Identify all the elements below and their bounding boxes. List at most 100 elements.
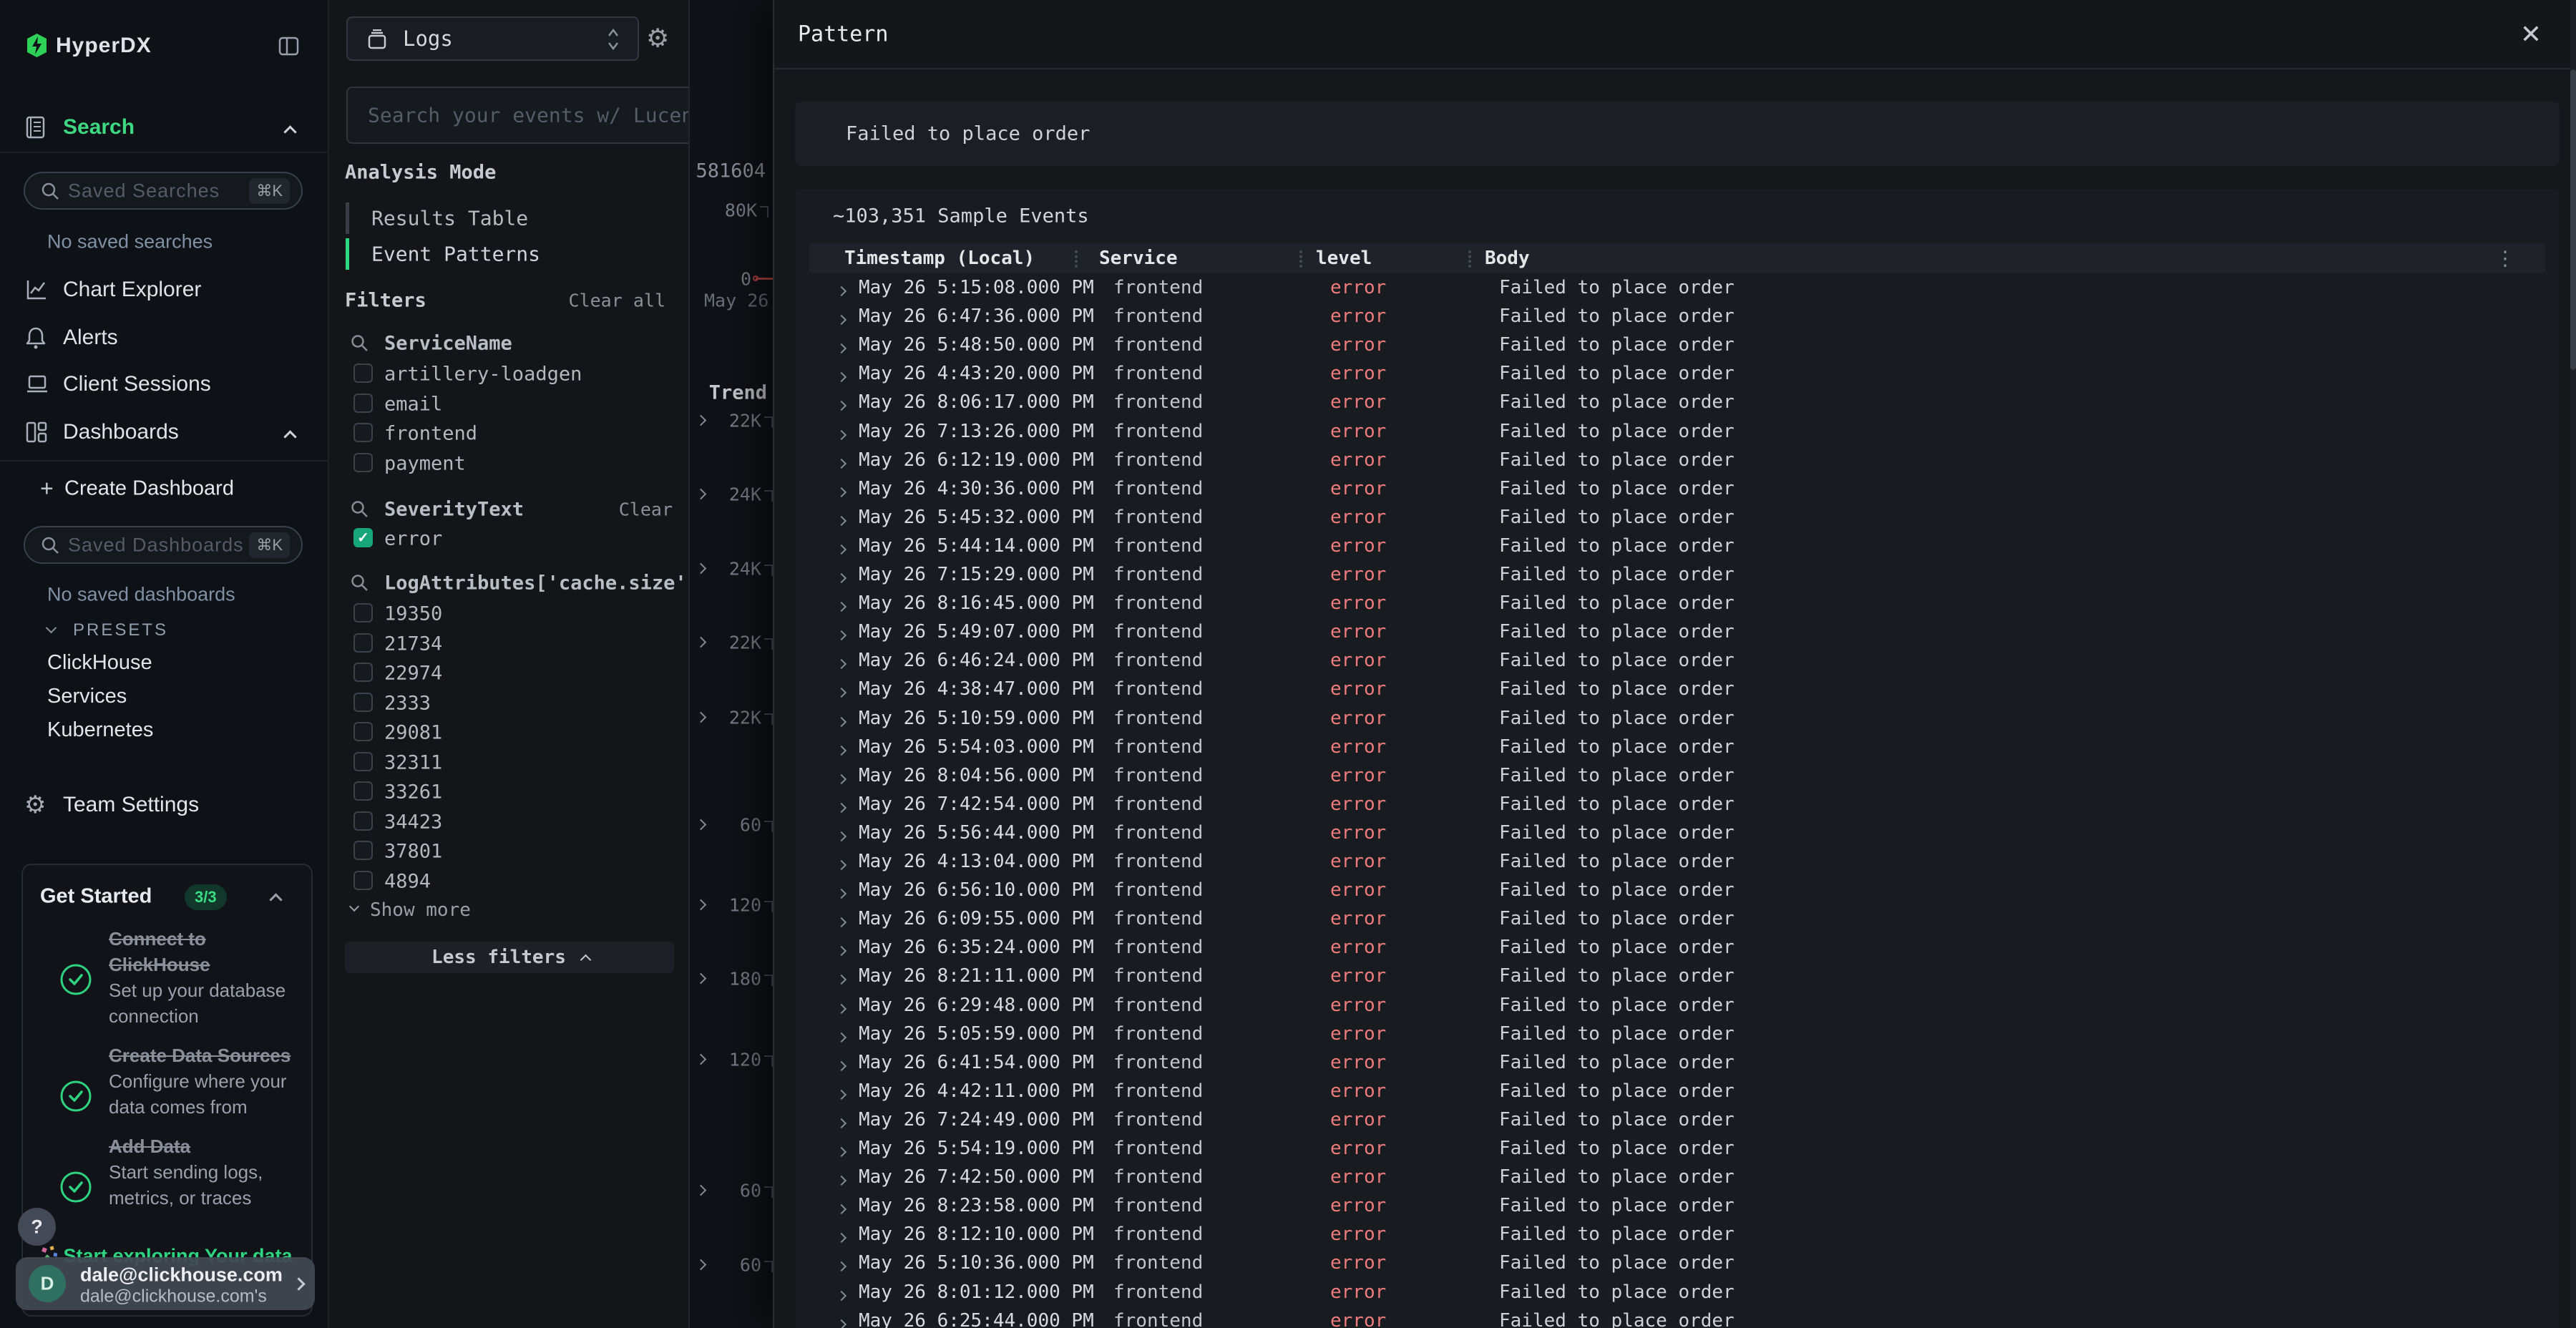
saved-dashboards-input[interactable]: Saved Dashboards ⌘K bbox=[24, 526, 303, 564]
expand-chevron-icon[interactable] bbox=[696, 1054, 707, 1065]
expand-chevron-icon[interactable] bbox=[696, 712, 707, 723]
event-table-row[interactable]: May 26 8:16:45.000 PM frontend error Fai… bbox=[809, 589, 2545, 617]
chevron-up-icon[interactable] bbox=[269, 893, 282, 906]
checkbox[interactable] bbox=[353, 663, 373, 682]
expand-chevron-icon[interactable] bbox=[836, 459, 847, 469]
event-table-row[interactable]: May 26 8:23:58.000 PM frontend error Fai… bbox=[809, 1191, 2545, 1220]
create-dashboard-button[interactable]: + Create Dashboard bbox=[0, 470, 329, 507]
scrollbar[interactable] bbox=[2570, 0, 2576, 1328]
checkbox[interactable] bbox=[353, 781, 373, 801]
expand-chevron-icon[interactable] bbox=[836, 1032, 847, 1043]
table-options-icon[interactable]: ⋮ bbox=[2495, 247, 2515, 270]
event-table-row[interactable]: May 26 4:38:47.000 PM frontend error Fai… bbox=[809, 675, 2545, 703]
gear-icon[interactable]: ⚙ bbox=[646, 24, 669, 54]
checkbox[interactable]: ✓ bbox=[353, 528, 373, 547]
expand-chevron-icon[interactable] bbox=[696, 1185, 707, 1196]
col-body[interactable]: Body bbox=[1485, 248, 1530, 269]
expand-chevron-icon[interactable] bbox=[836, 688, 847, 698]
search-icon[interactable] bbox=[351, 334, 369, 352]
event-table-row[interactable]: May 26 8:21:11.000 PM frontend error Fai… bbox=[809, 962, 2545, 990]
trend-row[interactable]: 120 bbox=[690, 1048, 774, 1071]
event-table-row[interactable]: May 26 7:42:54.000 PM frontend error Fai… bbox=[809, 790, 2545, 819]
sidebar-item-dashboards[interactable]: Dashboards bbox=[0, 412, 328, 452]
preset-item-kubernetes[interactable]: Kubernetes bbox=[47, 718, 153, 742]
expand-chevron-icon[interactable] bbox=[696, 415, 707, 426]
trend-row[interactable]: 24K bbox=[690, 557, 774, 580]
event-table-row[interactable]: May 26 4:43:20.000 PM frontend error Fai… bbox=[809, 359, 2545, 388]
expand-chevron-icon[interactable] bbox=[836, 746, 847, 756]
help-button[interactable]: ? bbox=[18, 1208, 56, 1246]
event-table-row[interactable]: May 26 6:47:36.000 PM frontend error Fai… bbox=[809, 302, 2545, 331]
saved-searches-input[interactable]: Saved Searches ⌘K bbox=[24, 172, 303, 210]
column-resize-handle[interactable] bbox=[1299, 250, 1302, 268]
less-filters-button[interactable]: Less filters bbox=[345, 942, 674, 973]
expand-chevron-icon[interactable] bbox=[836, 1319, 847, 1328]
expand-chevron-icon[interactable] bbox=[696, 819, 707, 831]
trend-row[interactable]: 24K bbox=[690, 483, 774, 506]
expand-chevron-icon[interactable] bbox=[836, 831, 847, 841]
expand-chevron-icon[interactable] bbox=[836, 1204, 847, 1214]
trend-row[interactable]: 60 bbox=[690, 1254, 774, 1276]
expand-chevron-icon[interactable] bbox=[836, 343, 847, 353]
event-table-row[interactable]: May 26 6:41:54.000 PM frontend error Fai… bbox=[809, 1048, 2545, 1077]
expand-chevron-icon[interactable] bbox=[836, 1261, 847, 1271]
column-resize-handle[interactable] bbox=[1468, 250, 1471, 268]
collapse-sidebar-icon[interactable] bbox=[278, 36, 299, 57]
trend-row[interactable]: 22K bbox=[690, 631, 774, 654]
preset-item-services[interactable]: Services bbox=[47, 685, 127, 708]
search-icon[interactable] bbox=[351, 574, 369, 592]
column-resize-handle[interactable] bbox=[1075, 250, 1078, 268]
event-table-row[interactable]: May 26 6:46:24.000 PM frontend error Fai… bbox=[809, 646, 2545, 675]
expand-chevron-icon[interactable] bbox=[696, 899, 707, 911]
checkbox[interactable] bbox=[353, 453, 373, 472]
expand-chevron-icon[interactable] bbox=[836, 573, 847, 583]
source-select[interactable]: Logs bbox=[346, 16, 639, 61]
expand-chevron-icon[interactable] bbox=[836, 1233, 847, 1243]
expand-chevron-icon[interactable] bbox=[836, 401, 847, 411]
sidebar-item-search[interactable]: Search bbox=[0, 107, 328, 147]
event-table-row[interactable]: May 26 4:13:04.000 PM frontend error Fai… bbox=[809, 847, 2545, 876]
expand-chevron-icon[interactable] bbox=[836, 716, 847, 726]
preset-item-clickhouse[interactable]: ClickHouse bbox=[47, 651, 152, 675]
expand-chevron-icon[interactable] bbox=[696, 637, 707, 648]
trend-row[interactable]: 22K bbox=[690, 409, 774, 432]
event-table-row[interactable]: May 26 7:24:49.000 PM frontend error Fai… bbox=[809, 1105, 2545, 1134]
event-table-row[interactable]: May 26 6:09:55.000 PM frontend error Fai… bbox=[809, 904, 2545, 933]
event-table-row[interactable]: May 26 4:42:11.000 PM frontend error Fai… bbox=[809, 1077, 2545, 1105]
trend-row[interactable]: 180 bbox=[690, 967, 774, 990]
expand-chevron-icon[interactable] bbox=[836, 860, 847, 870]
show-more-button[interactable]: Show more bbox=[345, 899, 560, 922]
presets-toggle[interactable]: PRESETS bbox=[0, 614, 329, 647]
expand-chevron-icon[interactable] bbox=[836, 946, 847, 956]
expand-chevron-icon[interactable] bbox=[836, 1118, 847, 1128]
event-table-row[interactable]: May 26 4:30:36.000 PM frontend error Fai… bbox=[809, 474, 2545, 503]
expand-chevron-icon[interactable] bbox=[836, 1003, 847, 1013]
expand-chevron-icon[interactable] bbox=[836, 630, 847, 640]
filter-group-clear-link[interactable]: Clear bbox=[619, 499, 673, 520]
get-started-item[interactable]: Connect to ClickHouse Set up your databa… bbox=[23, 926, 311, 1033]
team-settings-button[interactable]: ⚙ Team Settings bbox=[0, 785, 329, 825]
scrollbar-thumb[interactable] bbox=[2570, 69, 2576, 370]
event-table-row[interactable]: May 26 7:42:50.000 PM frontend error Fai… bbox=[809, 1163, 2545, 1191]
sidebar-item-client-sessions[interactable]: Client Sessions bbox=[0, 364, 328, 404]
event-table-row[interactable]: May 26 5:49:07.000 PM frontend error Fai… bbox=[809, 617, 2545, 646]
event-table-row[interactable]: May 26 8:04:56.000 PM frontend error Fai… bbox=[809, 761, 2545, 790]
event-table-row[interactable]: May 26 6:29:48.000 PM frontend error Fai… bbox=[809, 991, 2545, 1020]
clear-all-filters-link[interactable]: Clear all bbox=[569, 290, 665, 311]
checkbox[interactable] bbox=[353, 871, 373, 890]
expand-chevron-icon[interactable] bbox=[696, 489, 707, 500]
expand-chevron-icon[interactable] bbox=[836, 545, 847, 555]
sidebar-item-alerts[interactable]: Alerts bbox=[0, 318, 328, 358]
checkbox[interactable] bbox=[353, 722, 373, 741]
expand-chevron-icon[interactable] bbox=[836, 429, 847, 439]
trend-row[interactable]: 120 bbox=[690, 894, 774, 917]
expand-chevron-icon[interactable] bbox=[836, 803, 847, 813]
expand-chevron-icon[interactable] bbox=[836, 659, 847, 669]
event-table-row[interactable]: May 26 5:48:50.000 PM frontend error Fai… bbox=[809, 331, 2545, 359]
expand-chevron-icon[interactable] bbox=[836, 286, 847, 296]
expand-chevron-icon[interactable] bbox=[836, 917, 847, 927]
trend-row[interactable]: 60 bbox=[690, 1179, 774, 1202]
event-table-row[interactable]: May 26 7:13:26.000 PM frontend error Fai… bbox=[809, 417, 2545, 446]
trend-row[interactable]: 22K bbox=[690, 706, 774, 729]
expand-chevron-icon[interactable] bbox=[836, 516, 847, 526]
